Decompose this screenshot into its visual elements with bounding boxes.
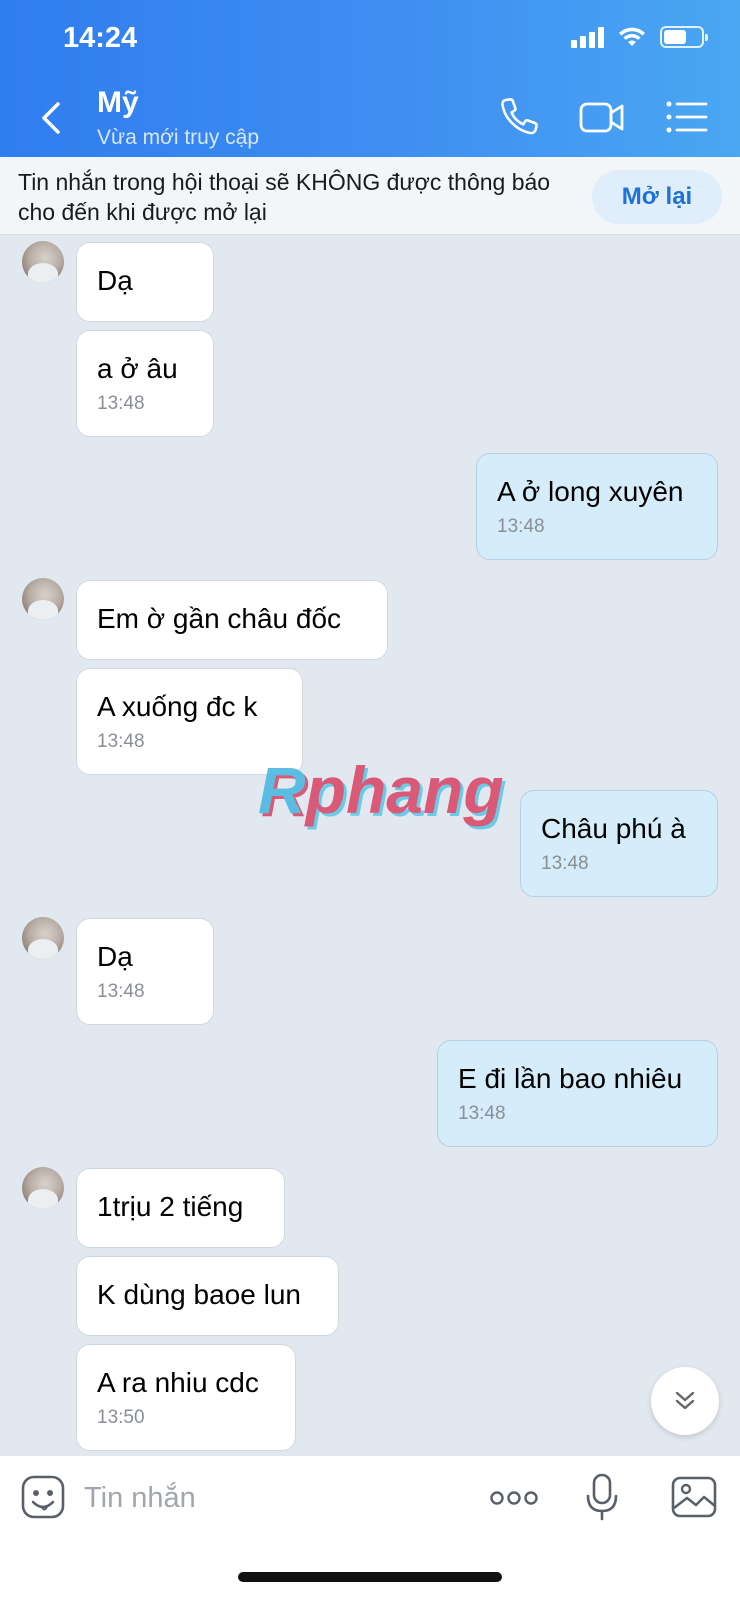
outgoing-message[interactable]: E đi lần bao nhiêu 13:48 [437,1040,718,1147]
incoming-message[interactable]: a ở âu 13:48 [76,330,214,437]
reopen-notifications-button[interactable]: Mở lại [592,170,722,224]
contact-avatar[interactable] [22,917,64,959]
menu-list-icon[interactable] [664,94,712,140]
message-text: E đi lần bao nhiêu [458,1063,683,1094]
message-input[interactable] [84,1476,444,1520]
contact-avatar[interactable] [22,578,64,620]
message-time: 13:48 [541,853,589,874]
message-text: Châu phú à [541,813,686,844]
incoming-message[interactable]: Dạ 13:48 [76,918,214,1025]
incoming-message[interactable]: Em ờ gần châu đốc [76,580,388,660]
phone-icon[interactable] [497,94,545,140]
message-time: 13:48 [97,731,145,752]
muted-notice-banner: Tin nhắn trong hội thoại sẽ KHÔNG được t… [0,157,740,235]
home-indicator [238,1572,502,1582]
message-time: 13:48 [97,981,145,1002]
message-text: Dạ [97,265,133,296]
battery-icon [660,26,708,48]
message-time: 13:48 [97,393,145,414]
incoming-message[interactable]: A ra nhiu cdc 13:50 [76,1344,296,1451]
video-call-icon[interactable] [578,94,626,140]
message-time: 13:50 [97,1407,145,1428]
scroll-to-bottom-button[interactable] [651,1367,719,1435]
microphone-icon[interactable] [584,1472,620,1522]
status-time: 14:24 [63,22,138,54]
message-text: A ra nhiu cdc [97,1367,259,1398]
more-options-icon[interactable] [489,1478,539,1518]
wifi-icon [619,27,645,46]
contact-name[interactable]: Mỹ [97,86,139,120]
contact-avatar[interactable] [22,241,64,283]
sticker-icon[interactable] [20,1474,66,1520]
cellular-signal-icon [571,26,604,48]
image-icon[interactable] [670,1474,718,1520]
message-text: K dùng baoe lun [97,1279,301,1310]
muted-notice-text: Tin nhắn trong hội thoại sẽ KHÔNG được t… [18,169,551,225]
message-text: Dạ [97,941,133,972]
chat-header: 14:24 Mỹ Vừa mới truy cập [0,0,740,157]
incoming-message[interactable]: K dùng baoe lun [76,1256,339,1336]
message-text: a ở âu [97,353,178,384]
status-icons [571,26,708,48]
outgoing-message[interactable]: A ở long xuyên 13:48 [476,453,718,560]
double-chevron-down-icon [675,1391,695,1410]
contact-avatar[interactable] [22,1167,64,1209]
outgoing-message[interactable]: Châu phú à 13:48 [520,790,718,897]
message-text: Em ờ gần châu đốc [97,603,342,634]
message-text: A xuống đc k [97,691,258,722]
message-time: 13:48 [497,516,545,537]
message-time: 13:48 [458,1103,506,1124]
incoming-message[interactable]: 1trịu 2 tiếng [76,1168,285,1248]
back-icon[interactable] [34,96,70,140]
incoming-message[interactable]: Dạ [76,242,214,322]
message-text: A ở long xuyên [497,476,684,507]
contact-status: Vừa mới truy cập [97,126,260,149]
message-text: 1trịu 2 tiếng [97,1191,244,1222]
watermark-logo: Rphang [258,753,504,827]
